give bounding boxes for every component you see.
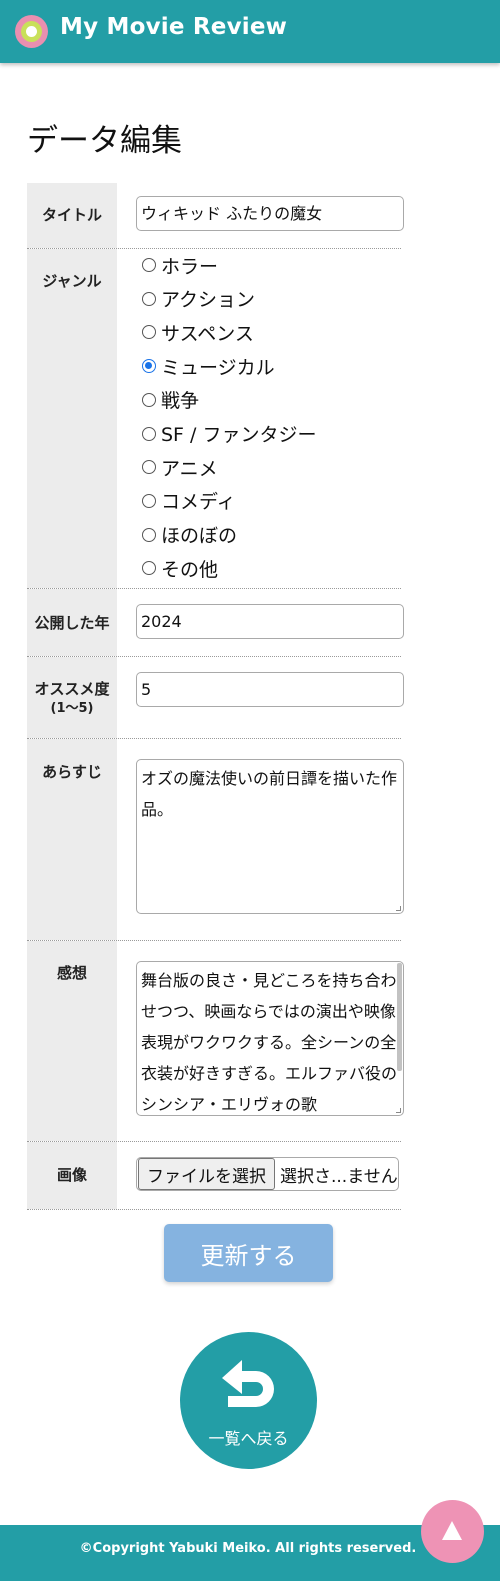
genre-option-label: アクション — [161, 289, 256, 312]
radio-button[interactable] — [142, 291, 156, 306]
textarea-scrollbar[interactable] — [397, 963, 402, 1071]
file-status-text: 選択さ...ません — [280, 1166, 398, 1187]
site-header: My Movie Review — [0, 0, 500, 63]
site-title[interactable]: My Movie Review — [60, 14, 287, 40]
impression-text: 舞台版の良さ・見どころを持ち合わせつつ、映画ならではの演出や映像表現がワクワクす… — [141, 971, 398, 1114]
genre-option[interactable]: その他 — [142, 553, 218, 583]
choose-file-button[interactable]: ファイルを選択 — [138, 1158, 275, 1190]
genre-option[interactable]: SF / ファンタジー — [142, 419, 316, 449]
radio-button[interactable] — [142, 527, 156, 542]
genre-option[interactable]: ホラー — [142, 250, 218, 280]
update-button[interactable]: 更新する — [164, 1224, 333, 1282]
resize-grip-icon[interactable] — [396, 1108, 401, 1113]
genre-option[interactable]: 戦争 — [142, 385, 199, 415]
genre-option-label: コメディ — [161, 491, 236, 514]
genre-option-label: ほのぼの — [161, 525, 238, 548]
radio-button[interactable] — [142, 392, 156, 407]
genre-label: ジャンル — [27, 249, 117, 588]
rating-label-cell: オススメ度 (1〜5) — [27, 657, 117, 738]
genre-option[interactable]: ほのぼの — [142, 520, 237, 550]
synopsis-textarea[interactable]: オズの魔法使いの前日譚を描いた作品。 — [136, 759, 404, 914]
genre-option-label: アニメ — [161, 457, 218, 480]
genre-option-label: サスペンス — [161, 322, 254, 345]
logo-icon[interactable] — [15, 15, 48, 48]
resize-grip-icon[interactable] — [396, 906, 401, 911]
back-to-list-button[interactable]: 一覧へ戻る — [180, 1332, 317, 1469]
genre-option[interactable]: ミュージカル — [142, 351, 275, 381]
genre-option-label: 戦争 — [161, 390, 200, 413]
radio-button[interactable] — [142, 359, 156, 374]
genre-option[interactable]: サスペンス — [142, 317, 254, 347]
radio-button[interactable] — [142, 325, 156, 340]
back-to-list-label: 一覧へ戻る — [208, 1429, 289, 1448]
rating-input[interactable]: 5 — [136, 672, 404, 707]
genre-option[interactable]: コメディ — [142, 486, 236, 516]
genre-option-label: SF / ファンタジー — [161, 424, 317, 446]
impression-label: 感想 — [27, 941, 117, 1141]
page-title: データ編集 — [27, 123, 182, 159]
title-input[interactable]: ウィキッド ふたりの魔女 — [136, 196, 404, 231]
synopsis-text: オズの魔法使いの前日譚を描いた作品。 — [141, 769, 398, 819]
genre-option-label: その他 — [161, 558, 219, 581]
synopsis-label: あらすじ — [27, 739, 117, 940]
radio-button[interactable] — [142, 258, 156, 272]
scroll-to-top-button[interactable] — [421, 1500, 484, 1563]
image-file-input[interactable]: ファイルを選択 選択さ...ません — [136, 1157, 399, 1191]
rating-sublabel: (1〜5) — [50, 701, 94, 716]
rating-label: オススメ度 — [34, 680, 110, 698]
radio-button[interactable] — [142, 493, 156, 508]
title-label: タイトル — [27, 183, 117, 248]
genre-option[interactable]: アクション — [142, 284, 255, 314]
impression-textarea[interactable]: 舞台版の良さ・見どころを持ち合わせつつ、映画ならではの演出や映像表現がワクワクす… — [136, 961, 404, 1116]
genre-option[interactable]: アニメ — [142, 452, 218, 482]
image-label: 画像 — [27, 1142, 117, 1209]
radio-button[interactable] — [142, 561, 156, 576]
year-input[interactable]: 2024 — [136, 604, 404, 639]
year-label: 公開した年 — [27, 589, 117, 656]
radio-button[interactable] — [142, 460, 156, 475]
return-arrow-icon — [222, 1360, 274, 1407]
genre-option-label: ホラー — [161, 255, 219, 278]
genre-option-label: ミュージカル — [161, 356, 275, 379]
radio-button[interactable] — [142, 426, 156, 441]
